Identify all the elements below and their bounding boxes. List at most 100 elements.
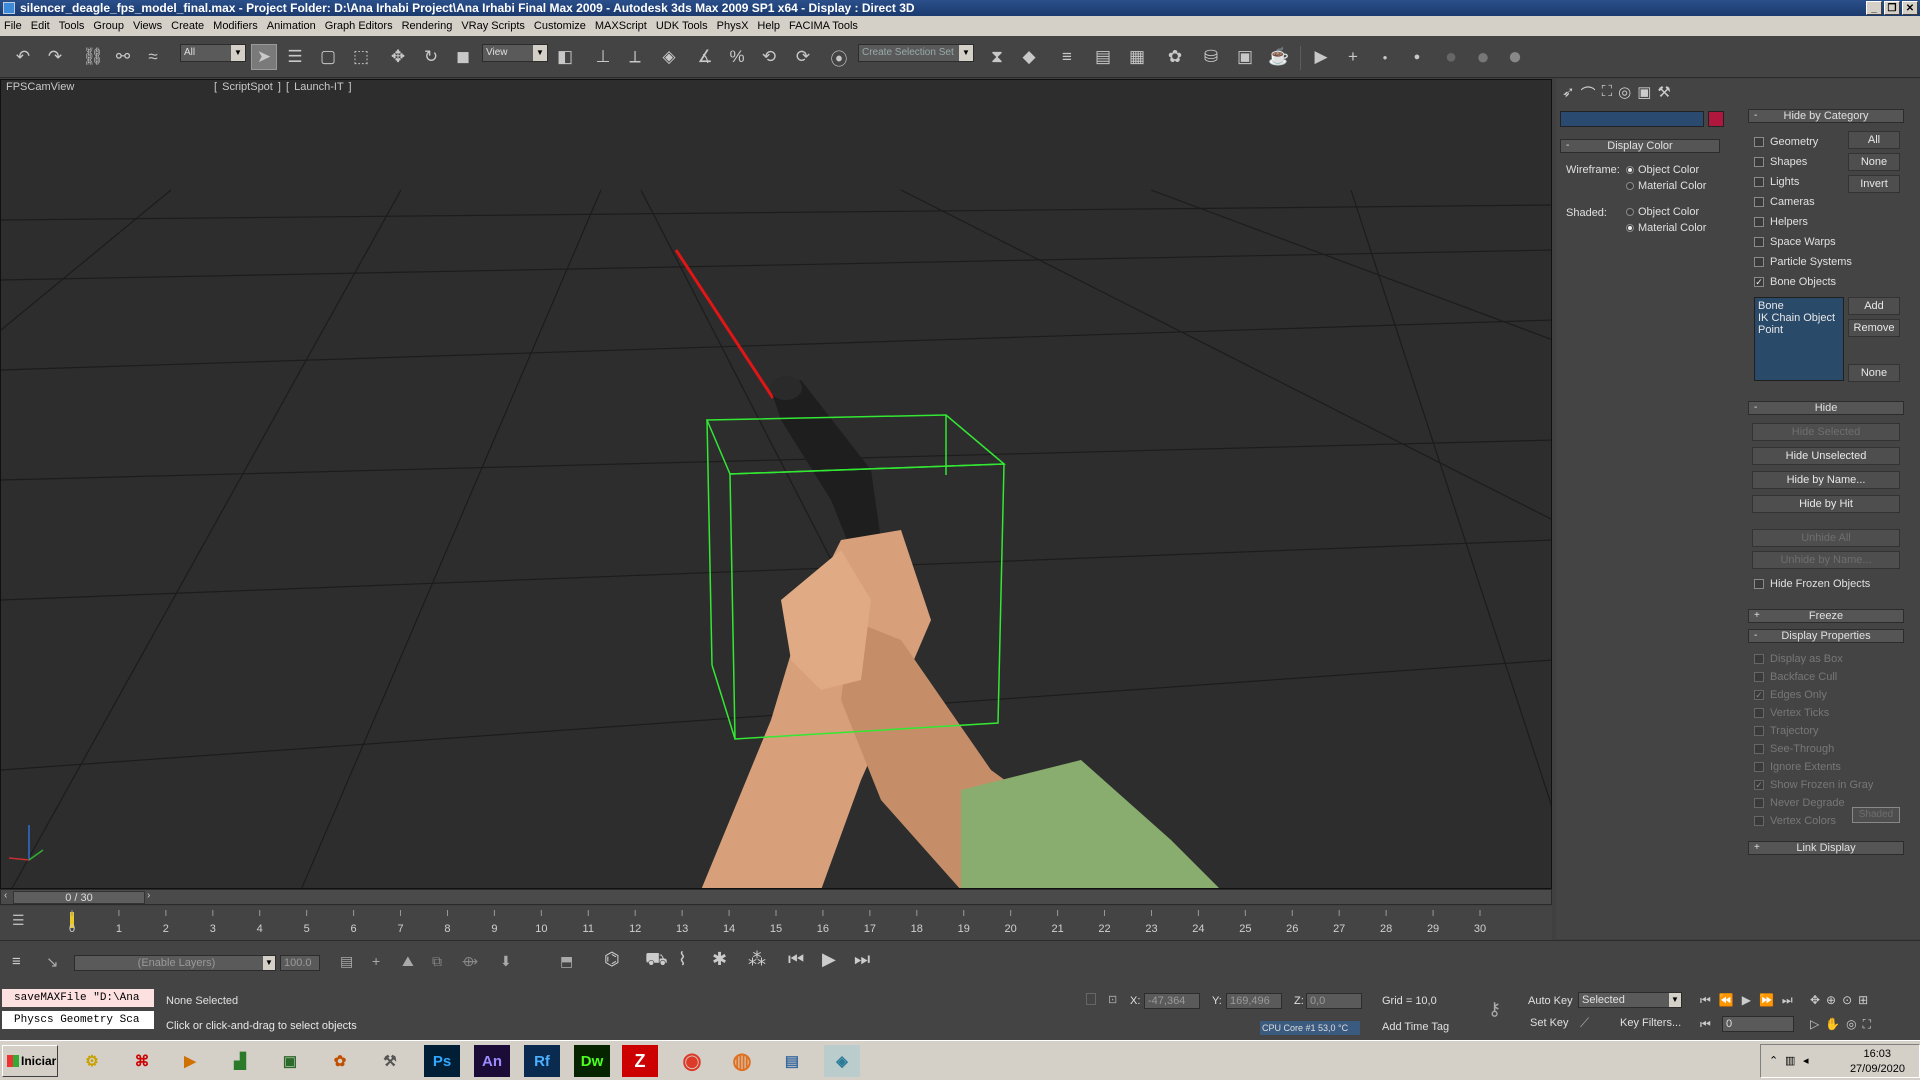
minimize-button[interactable]: _ <box>1866 1 1882 15</box>
wireframe-material-color-radio[interactable] <box>1626 182 1634 190</box>
category-lights-checkbox[interactable] <box>1754 177 1764 187</box>
vehicle-icon[interactable]: ⛟ <box>645 949 668 973</box>
lock-icon[interactable] <box>1086 993 1096 1005</box>
playback-controls[interactable]: ⏮⏪▶⏩⏭ <box>1700 993 1801 1008</box>
display-prop-vertex-ticks-checkbox[interactable] <box>1754 708 1764 718</box>
menu-views[interactable]: Views <box>133 20 162 32</box>
auto-key-button[interactable]: Auto Key <box>1528 995 1573 1007</box>
render-production-icon[interactable]: ☕ <box>1266 44 1292 70</box>
taskbar-app-ps-icon[interactable]: Ps <box>424 1045 460 1077</box>
hide-by-hit-button[interactable]: Hide by Hit <box>1752 495 1900 513</box>
category-remove-button[interactable]: Remove <box>1848 319 1900 337</box>
shaded-material-color-radio[interactable] <box>1626 224 1634 232</box>
layer-manager-icon[interactable]: ≡ <box>12 953 21 970</box>
mirror-icon[interactable]: ⧗ <box>984 44 1010 70</box>
layer-manager-icon[interactable]: ≡ <box>1054 44 1080 70</box>
menu-customize[interactable]: Customize <box>534 20 586 32</box>
menu-help[interactable]: Help <box>757 20 780 32</box>
display-tab-icon[interactable]: ▣ <box>1637 83 1651 105</box>
snaps-toggle-icon[interactable]: ◈ <box>656 44 682 70</box>
display-prop-edges-only-checkbox[interactable]: ✓ <box>1754 690 1764 700</box>
chrome-icon[interactable]: ◉ <box>674 1045 710 1077</box>
modify-tab-icon[interactable]: ⌒ <box>1581 83 1596 105</box>
hide-rollout[interactable]: - Hide <box>1748 401 1904 415</box>
category-list-item[interactable]: Bone <box>1758 300 1840 312</box>
render-setup-icon[interactable]: ⛁ <box>1198 44 1224 70</box>
go-to-start-icon[interactable]: ⏮ <box>788 949 804 970</box>
plus-icon[interactable]: + <box>372 953 380 969</box>
display-prop-ignore-extents-checkbox[interactable] <box>1754 762 1764 772</box>
maxscript-mini-output[interactable]: Physcs Geometry Sca <box>2 1011 154 1029</box>
dot-icon[interactable]: ● <box>1404 44 1430 70</box>
particle-icon[interactable]: ⁂ <box>748 949 766 970</box>
copy-icon[interactable]: ⧉ <box>432 953 442 970</box>
x-coordinate-field[interactable]: -47,364 <box>1144 993 1200 1009</box>
viewport-navigation-controls-2[interactable]: ▷✋◎⛶ <box>1810 1017 1877 1032</box>
category-invert-button[interactable]: Invert <box>1848 175 1900 193</box>
select-by-name-icon[interactable]: ☰ <box>282 44 308 70</box>
track-bar[interactable]: ☰ 0 1 2 3 4 5 6 7 8 9 10 11 12 13 14 15 16 17 18 19 20 21 22 23… <box>0 906 1552 940</box>
category-bone-objects-checkbox[interactable]: ✓ <box>1754 277 1764 287</box>
sphere-icon[interactable]: ● <box>1438 44 1464 70</box>
download-icon[interactable]: ⬇ <box>500 953 512 970</box>
rope-icon[interactable]: ⌇ <box>678 949 687 970</box>
menu-graph-editors[interactable]: Graph Editors <box>325 20 393 32</box>
chevron-right-icon[interactable]: › <box>147 890 150 901</box>
tool-app-icon[interactable]: ✿ <box>322 1045 358 1077</box>
menu-rendering[interactable]: Rendering <box>402 20 453 32</box>
wireframe-object-color-radio[interactable] <box>1626 166 1634 174</box>
edit-named-selection-icon[interactable]: ⟳ <box>790 44 816 70</box>
display-prop-never-degrade-checkbox[interactable] <box>1754 798 1764 808</box>
set-key-button[interactable]: Set Key <box>1530 1017 1569 1029</box>
menu-udk-tools[interactable]: UDK Tools <box>656 20 708 32</box>
object-color-swatch[interactable] <box>1708 111 1724 127</box>
select-link-icon[interactable]: ⛓ <box>80 44 106 70</box>
viewport[interactable] <box>0 79 1552 889</box>
window-crossing-icon[interactable]: ⬚ <box>348 44 374 70</box>
close-button[interactable]: ✕ <box>1902 1 1918 15</box>
rendered-frame-window-icon[interactable]: ▣ <box>1232 44 1258 70</box>
category-helpers-checkbox[interactable] <box>1754 217 1764 227</box>
bind-space-warp-icon[interactable]: ≈ <box>140 44 166 70</box>
hide-by-category-rollout[interactable]: - Hide by Category <box>1748 109 1904 123</box>
category-object-list[interactable]: Bone IK Chain Object Point <box>1754 297 1844 381</box>
category-none2-button[interactable]: None <box>1848 364 1900 382</box>
display-prop-see-through-checkbox[interactable] <box>1754 744 1764 754</box>
redo-icon[interactable]: ↷ <box>42 44 68 70</box>
reference-coordinate-dropdown[interactable]: View ▼ <box>482 44 548 62</box>
viewport-label[interactable]: FPSCamView <box>6 81 74 93</box>
keyboard-shortcut-icon[interactable]: ⟂ <box>622 44 648 70</box>
utilities-tab-icon[interactable]: ⚒ <box>1657 83 1670 105</box>
scale-icon[interactable]: ◼ <box>450 44 476 70</box>
network-app-icon[interactable]: ▤ <box>774 1045 810 1077</box>
key-icon[interactable]: ⚷ <box>1488 999 1501 1020</box>
layer-dropdown[interactable]: (Enable Layers) ▼ <box>74 955 276 971</box>
named-selection-icon[interactable]: ⦿ <box>826 44 852 70</box>
monitor-app-icon[interactable]: ▣ <box>272 1045 308 1077</box>
hierarchy-tab-icon[interactable]: ⛶ <box>1602 83 1613 105</box>
taskbar-app-dw-icon[interactable]: Dw <box>574 1045 610 1077</box>
merge-icon[interactable]: ⟴ <box>462 953 478 970</box>
curve-icon[interactable]: ⟋ <box>1580 1015 1589 1031</box>
app-icon[interactable] <box>3 2 15 14</box>
angle-snap-icon[interactable]: ∡ <box>692 44 718 70</box>
percent-snap-icon[interactable]: % <box>724 44 750 70</box>
clock-time[interactable]: 16:03 <box>1863 1048 1891 1060</box>
move-icon[interactable]: ✥ <box>385 44 411 70</box>
viewport-extra-tools[interactable]: [ ScriptSpot ] [ Launch-IT ] <box>214 81 352 93</box>
add-time-tag[interactable]: Add Time Tag <box>1382 1021 1449 1033</box>
rotate-icon[interactable]: ↻ <box>418 44 444 70</box>
hide-by-name-button[interactable]: Hide by Name... <box>1752 471 1900 489</box>
display-prop-backface-cull-checkbox[interactable] <box>1754 672 1764 682</box>
viewport-navigation-controls[interactable]: ✥⊕⊙⊞ <box>1810 993 1874 1007</box>
freeze-rollout[interactable]: + Freeze <box>1748 609 1904 623</box>
create-tab-icon[interactable]: ➶ <box>1562 83 1575 105</box>
selection-filter-dropdown[interactable]: All ▼ <box>180 44 246 62</box>
vertex-colors-shaded-button[interactable]: Shaded <box>1852 807 1900 823</box>
layer-icon[interactable]: ▤ <box>340 953 353 970</box>
menu-edit[interactable]: Edit <box>31 20 50 32</box>
maxscript-mini-listener[interactable]: saveMAXFile "D:\Ana <box>2 989 154 1007</box>
wrench-app-icon[interactable]: ⚒ <box>372 1045 408 1077</box>
category-add-button[interactable]: Add <box>1848 297 1900 315</box>
hide-selected-button[interactable]: Hide Selected <box>1752 423 1900 441</box>
